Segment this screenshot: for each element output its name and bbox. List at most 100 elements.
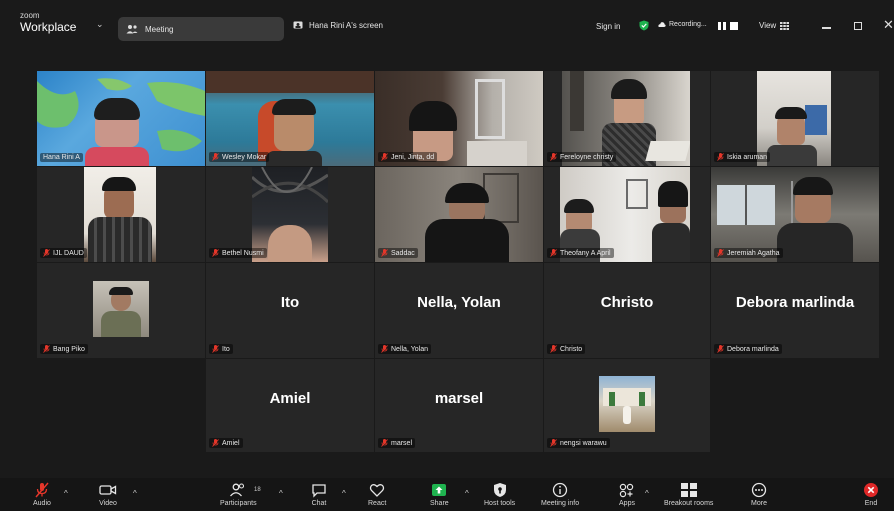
mic-muted-icon bbox=[550, 153, 557, 161]
participant-tile[interactable]: Iskia aruman bbox=[711, 71, 879, 166]
participant-name-bar: Ito bbox=[209, 344, 233, 354]
participant-name: Nella, Yolan bbox=[391, 345, 428, 353]
share-button[interactable]: Share bbox=[430, 482, 449, 507]
stop-recording-icon[interactable] bbox=[730, 22, 738, 30]
pause-recording-icon[interactable] bbox=[718, 22, 726, 30]
shield-icon bbox=[493, 483, 506, 497]
participant-name: Hana Rini A bbox=[43, 154, 80, 161]
participant-display-name: Debora marlinda bbox=[735, 294, 855, 311]
participants-button[interactable]: Participants bbox=[220, 482, 257, 507]
end-meeting-button[interactable]: End bbox=[863, 482, 879, 507]
participant-name-bar: Jeremiah Agatha bbox=[714, 248, 783, 258]
apps-button[interactable]: Apps bbox=[618, 482, 636, 507]
participant-name-bar: Amiel bbox=[209, 438, 243, 448]
participant-avatar bbox=[599, 376, 655, 432]
participant-tile[interactable]: Wesley Mokar bbox=[206, 71, 374, 166]
more-dots-icon bbox=[751, 482, 767, 498]
participants-label: Participants bbox=[220, 500, 257, 507]
participant-display-name: Amiel bbox=[269, 390, 311, 407]
video-button[interactable]: Video bbox=[99, 482, 117, 507]
sign-in-link[interactable]: Sign in bbox=[596, 22, 620, 31]
participant-name: Ito bbox=[222, 345, 230, 353]
participant-tile[interactable]: Theofany A April bbox=[544, 167, 710, 262]
participant-name-bar: Bang Piko bbox=[40, 344, 88, 354]
participants-icon bbox=[230, 483, 245, 497]
participant-name-bar: Hana Rini A bbox=[40, 153, 83, 162]
participant-name-bar: Nella, Yolan bbox=[378, 344, 431, 354]
participant-tile[interactable]: Nella, Yolan Nella, Yolan bbox=[375, 263, 543, 358]
breakout-rooms-label: Breakout rooms bbox=[664, 500, 714, 507]
share-options-chevron-icon[interactable]: ^ bbox=[465, 489, 469, 498]
video-options-chevron-icon[interactable]: ^ bbox=[133, 489, 137, 498]
meeting-info-label: Meeting info bbox=[541, 500, 580, 507]
more-button[interactable]: More bbox=[751, 482, 767, 507]
meeting-tab[interactable]: Meeting bbox=[118, 17, 284, 41]
end-call-icon bbox=[864, 483, 878, 497]
participant-tile[interactable]: Jeremiah Agatha bbox=[711, 167, 879, 262]
participant-tile[interactable]: Jeni, Jinta, dd bbox=[375, 71, 543, 166]
mic-muted-icon bbox=[717, 153, 724, 161]
end-label: End bbox=[864, 500, 878, 507]
zoom-workplace-logo[interactable]: zoom Workplace bbox=[20, 11, 77, 34]
participant-tile[interactable]: Saddac bbox=[375, 167, 543, 262]
shared-screen-tab[interactable]: Hana Rini A's screen bbox=[293, 21, 383, 30]
mic-muted-icon bbox=[212, 345, 219, 353]
participant-name-bar: Saddac bbox=[378, 248, 418, 258]
host-tools-button[interactable]: Host tools bbox=[484, 482, 515, 507]
shared-map-video bbox=[37, 71, 205, 166]
participant-name: Iskia aruman bbox=[727, 153, 768, 161]
brand-top: zoom bbox=[20, 11, 40, 20]
mic-muted-icon bbox=[550, 439, 557, 447]
maximize-icon[interactable] bbox=[854, 22, 862, 30]
participant-tile[interactable]: IJL DAUD bbox=[37, 167, 205, 262]
participant-name-bar: Christo bbox=[547, 344, 586, 354]
participant-name: IJL DAUD bbox=[53, 249, 84, 257]
security-shield-icon[interactable] bbox=[639, 20, 649, 31]
minimize-icon[interactable] bbox=[822, 27, 831, 29]
grid-view-icon bbox=[780, 21, 790, 30]
participant-name: Amiel bbox=[222, 439, 240, 447]
chevron-down-icon[interactable]: ⌄ bbox=[96, 19, 104, 30]
close-icon[interactable]: ✕ bbox=[883, 17, 894, 33]
breakout-rooms-icon bbox=[680, 483, 697, 497]
participant-tile[interactable]: Ito Ito bbox=[206, 263, 374, 358]
mic-muted-icon bbox=[212, 153, 219, 161]
brand-bottom: Workplace bbox=[20, 20, 77, 34]
audio-button[interactable]: Audio bbox=[33, 482, 51, 507]
participant-name: Saddac bbox=[391, 249, 415, 257]
participant-display-name: Ito bbox=[280, 294, 300, 311]
participant-video bbox=[84, 167, 156, 262]
chat-button[interactable]: Chat bbox=[311, 482, 327, 507]
react-button[interactable]: React bbox=[368, 482, 386, 507]
top-bar: zoom Workplace ⌄ Meeting Hana Rini A's s… bbox=[0, 0, 894, 46]
participant-tile[interactable]: Debora marlinda Debora marlinda bbox=[711, 263, 879, 358]
recording-indicator[interactable]: Recording... bbox=[658, 21, 707, 28]
cables-illustration bbox=[252, 167, 328, 204]
chat-options-chevron-icon[interactable]: ^ bbox=[342, 489, 346, 498]
meeting-info-button[interactable]: Meeting info bbox=[541, 482, 579, 507]
host-tools-label: Host tools bbox=[484, 500, 516, 507]
participant-name: marsel bbox=[391, 439, 413, 447]
cloud-icon bbox=[658, 22, 666, 27]
recording-label: Recording... bbox=[669, 21, 707, 28]
participant-tile[interactable]: Bethel Nusmi bbox=[206, 167, 374, 262]
participant-tile[interactable]: marsel marsel bbox=[375, 359, 543, 452]
participant-name-bar: Theofany A April bbox=[547, 248, 614, 258]
audio-options-chevron-icon[interactable]: ^ bbox=[64, 489, 68, 498]
participant-tile[interactable]: Bang Piko bbox=[37, 263, 205, 358]
participant-name: Bethel Nusmi bbox=[222, 249, 264, 257]
mic-muted-icon bbox=[717, 345, 724, 353]
breakout-rooms-button[interactable]: Breakout rooms bbox=[664, 482, 713, 507]
apps-options-chevron-icon[interactable]: ^ bbox=[645, 489, 649, 498]
participants-options-chevron-icon[interactable]: ^ bbox=[279, 489, 283, 498]
participant-name: Bang Piko bbox=[53, 345, 85, 353]
participant-tile[interactable]: Fereloyne christy bbox=[544, 71, 710, 166]
more-label: More bbox=[751, 500, 767, 507]
participant-tile[interactable]: Christo Christo bbox=[544, 263, 710, 358]
view-button[interactable]: View bbox=[759, 21, 790, 30]
participant-tile[interactable]: nengsi warawu bbox=[544, 359, 710, 452]
participant-tile[interactable]: Hana Rini A bbox=[37, 71, 205, 166]
mic-muted-icon bbox=[717, 249, 724, 257]
participant-tile[interactable]: Amiel Amiel bbox=[206, 359, 374, 452]
participant-name: Debora marlinda bbox=[727, 345, 779, 353]
